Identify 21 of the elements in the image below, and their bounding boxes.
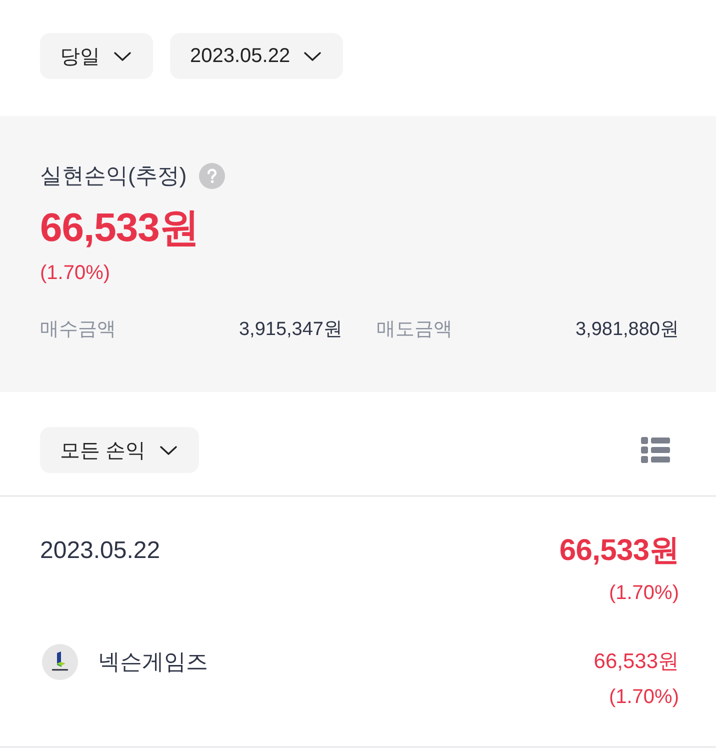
stat-value: 3,981,880원 [575, 318, 679, 342]
summary-title: 실현손익(추정) [40, 162, 187, 190]
daily-profit: 66,533원 [559, 533, 679, 569]
chevron-down-icon [304, 52, 322, 60]
daily-rate: (1.70%) [608, 581, 679, 606]
chevron-down-icon [160, 446, 177, 454]
trade-date: 2023.05.22 [40, 536, 160, 566]
chevron-down-icon [114, 52, 131, 60]
dropdown-button[interactable]: 2023.05.22 [170, 33, 344, 79]
logo-icon [42, 644, 78, 680]
stat-label: 매도금액 [376, 318, 452, 342]
list-icon[interactable] [641, 437, 670, 463]
stock-profit: 66,533원 [594, 649, 679, 675]
stat-label: 매수금액 [40, 318, 116, 342]
stock-rate: (1.70%) [608, 685, 679, 710]
dropdown-button[interactable]: 모든 손익 [40, 427, 199, 473]
stat-value: 3,915,347원 [238, 318, 342, 342]
profit-rate: (1.70%) [40, 261, 110, 286]
profit-amount: 66,533원 [40, 205, 199, 251]
dropdown-button[interactable]: 당일 [40, 33, 153, 79]
stock-name: 넥슨게임즈 [98, 648, 208, 676]
